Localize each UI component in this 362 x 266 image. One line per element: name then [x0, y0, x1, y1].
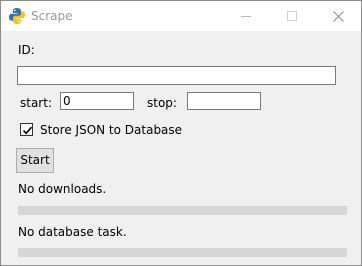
title-bar[interactable]: Scrape	[1, 1, 361, 31]
id-field[interactable]	[17, 66, 336, 85]
download-progress-bar	[18, 206, 347, 215]
download-status-text: No downloads.	[18, 182, 107, 196]
maximize-button[interactable]	[269, 1, 315, 31]
maximize-icon	[286, 7, 298, 26]
close-button[interactable]	[315, 1, 361, 31]
store-json-checkbox[interactable]	[20, 123, 33, 136]
checkmark-icon	[22, 126, 33, 135]
start-button[interactable]: Start	[16, 148, 54, 173]
database-progress-bar	[18, 248, 347, 257]
scrape-window: Scrape ID: start: stop: Store JSON to Da…	[0, 0, 362, 266]
minimize-button[interactable]	[223, 1, 269, 31]
python-icon	[8, 7, 26, 25]
close-icon	[332, 7, 344, 26]
stop-label: stop:	[147, 96, 177, 110]
start-label: start:	[20, 96, 52, 110]
id-label: ID:	[18, 43, 35, 57]
minimize-icon	[240, 7, 252, 26]
window-title: Scrape	[31, 9, 73, 23]
store-json-label[interactable]: Store JSON to Database	[40, 123, 182, 137]
stop-field[interactable]	[187, 92, 261, 110]
database-status-text: No database task.	[18, 225, 127, 239]
start-field[interactable]	[60, 92, 134, 110]
